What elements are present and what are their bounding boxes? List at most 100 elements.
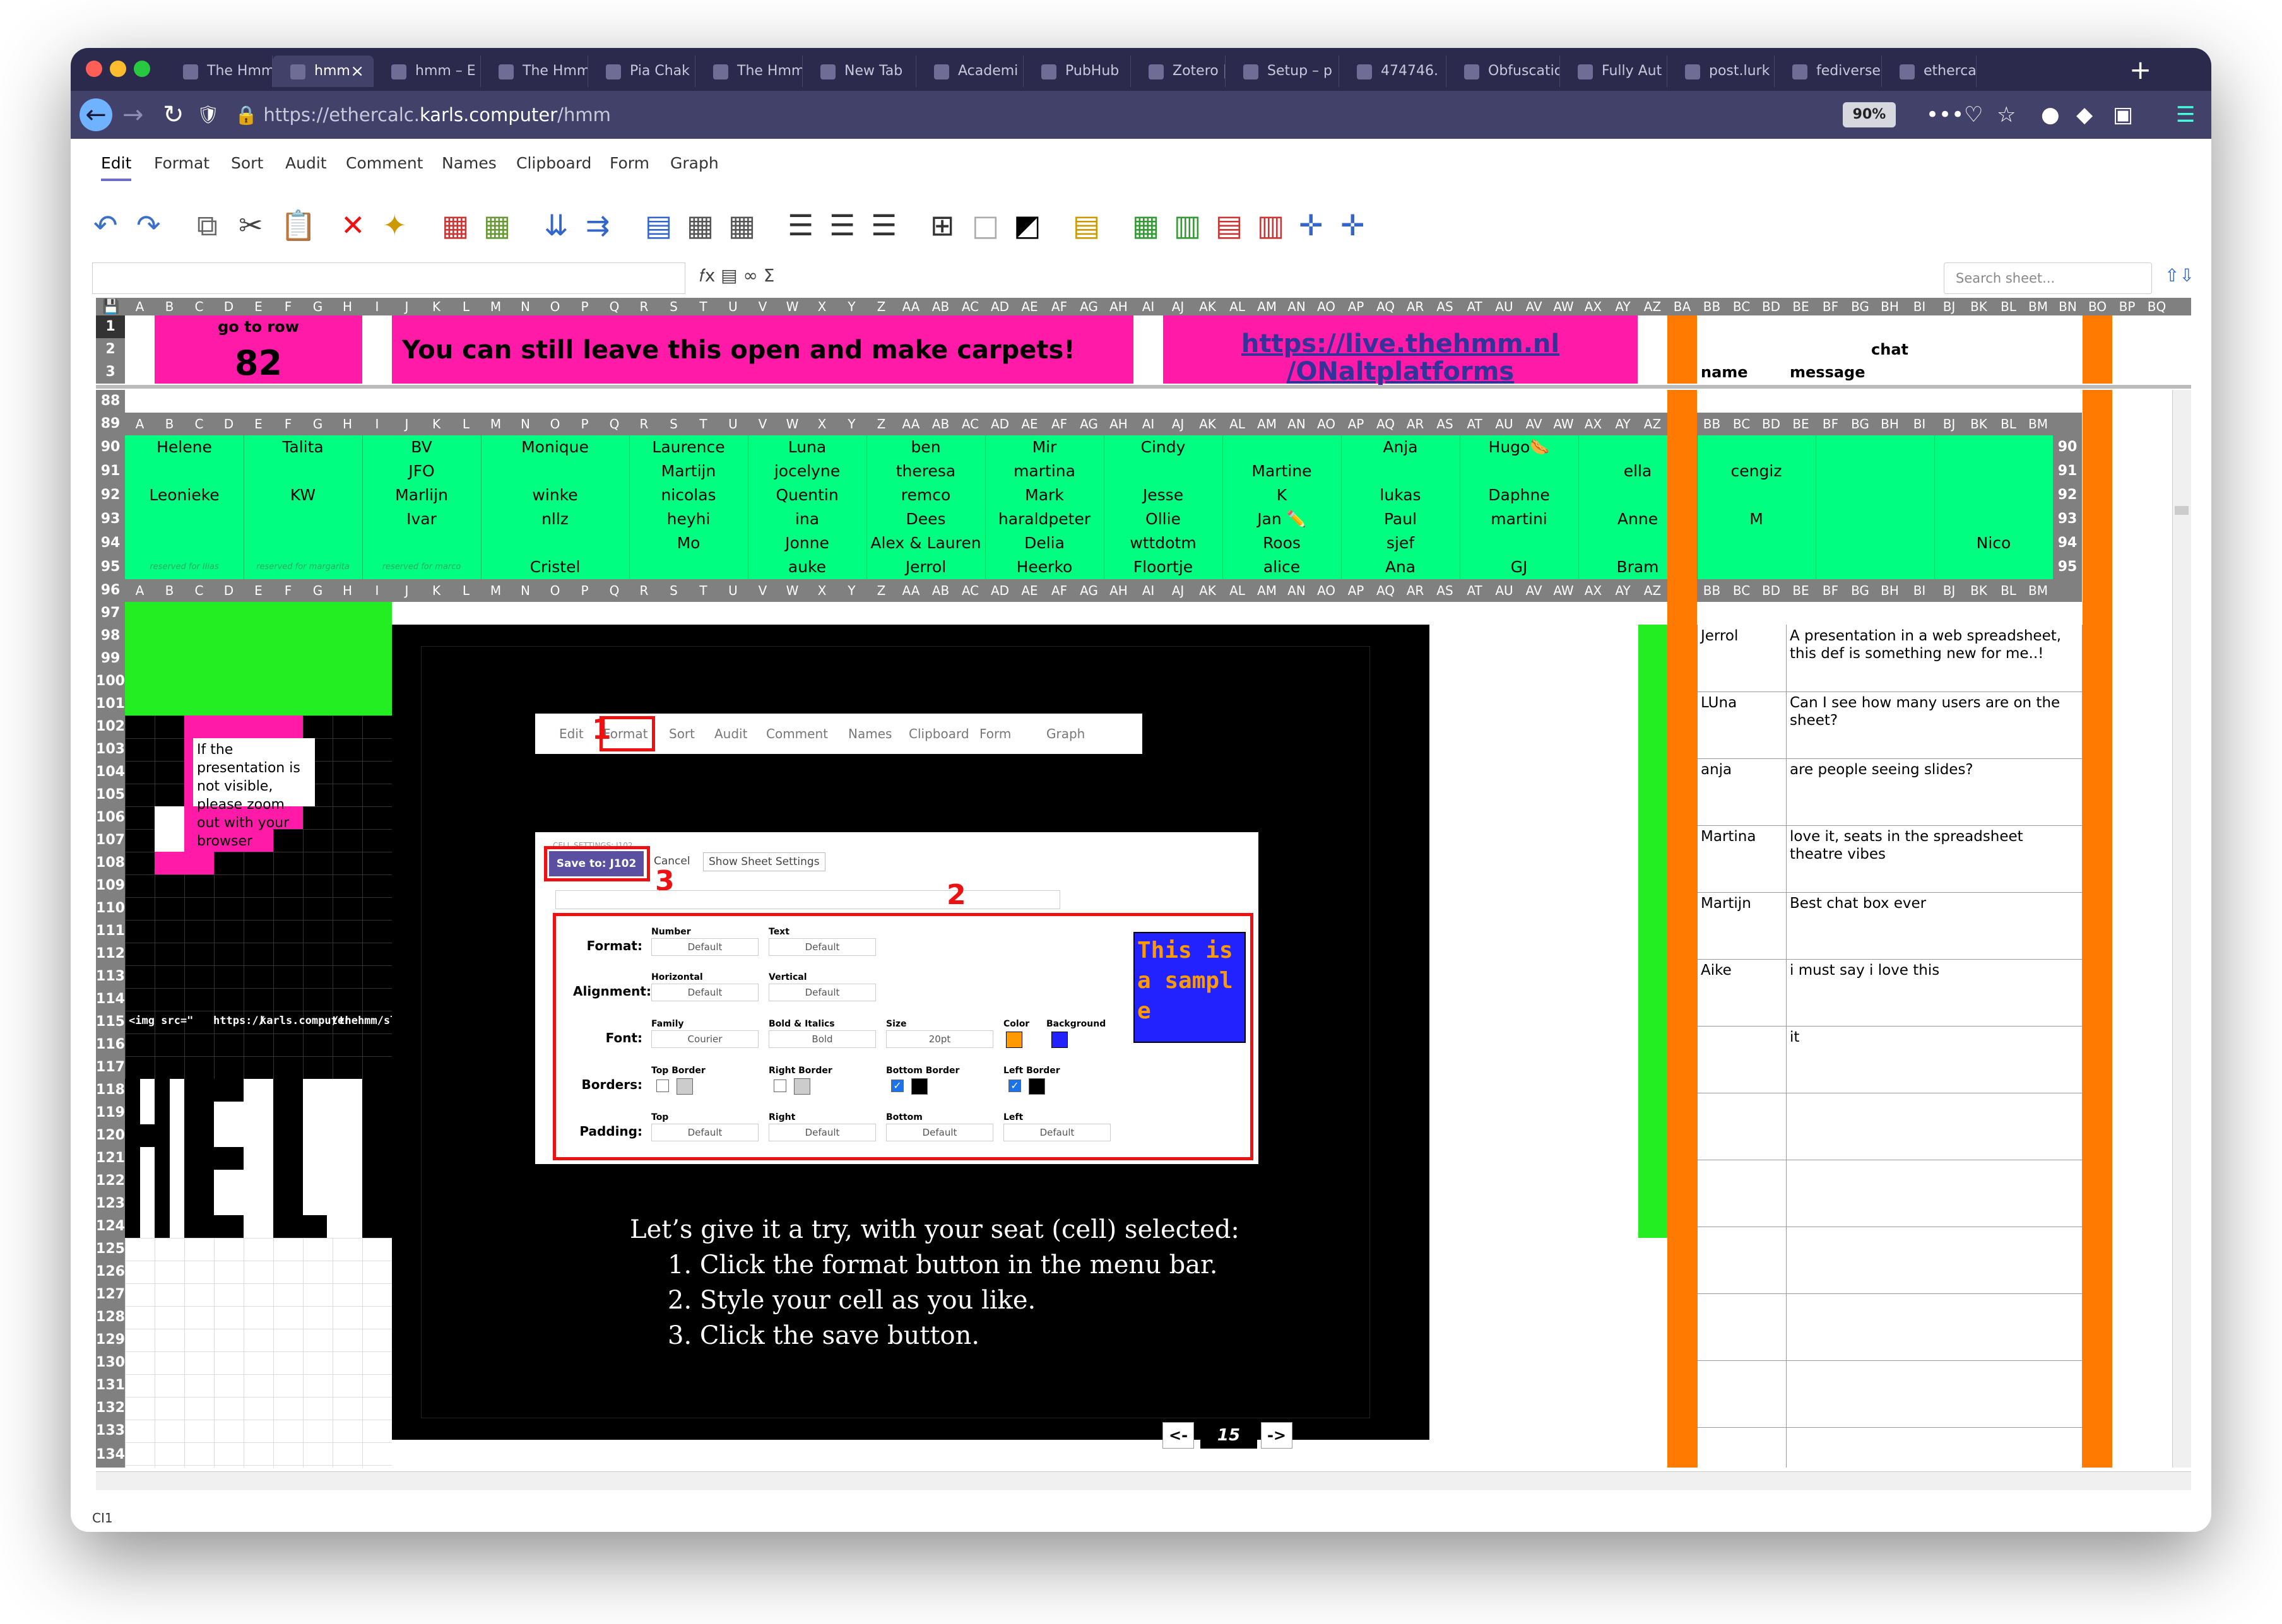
column-header[interactable]: BI	[1905, 298, 1934, 315]
swap-icon[interactable]: ⇉	[586, 209, 610, 241]
seat-cell[interactable]	[125, 459, 244, 483]
column-header[interactable]: AD	[985, 298, 1015, 315]
seat-cell[interactable]: ben	[866, 435, 985, 459]
column-header[interactable]: AR	[1400, 298, 1430, 315]
browser-tab[interactable]: Zotero |	[1131, 56, 1226, 87]
shield-icon[interactable]: 🛡	[197, 98, 220, 131]
seat-cell[interactable]: Talita	[244, 435, 362, 459]
row-header[interactable]: 128	[96, 1306, 125, 1329]
row-header[interactable]: 126	[96, 1261, 125, 1283]
save-disk-icon[interactable]: 💾	[102, 299, 119, 315]
seat-cell[interactable]: wttdotm	[1104, 531, 1222, 555]
delete-column-icon[interactable]: ▥	[1257, 209, 1284, 241]
function-icon[interactable]: 𝑓x ▤ ∞ Σ	[699, 265, 774, 286]
zoom-level[interactable]: 90%	[1843, 102, 1896, 127]
browser-tab[interactable]: etherca	[1882, 56, 1977, 87]
delete-icon[interactable]: ✕	[341, 209, 365, 241]
menu-tab-sort[interactable]: Sort	[231, 154, 263, 172]
column-header[interactable]: BK	[1964, 298, 1994, 315]
sort-icon[interactable]: ⇊	[544, 209, 569, 241]
seat-cell[interactable]: haraldpeter	[985, 507, 1104, 531]
row-header[interactable]: 117	[96, 1056, 125, 1079]
seat-cell[interactable]: Heerko	[985, 555, 1104, 579]
seat-cell[interactable]: heyhi	[629, 507, 748, 531]
column-header[interactable]: AA	[896, 298, 926, 315]
seat-cell[interactable]: Helene	[125, 435, 244, 459]
column-header[interactable]: BL	[1994, 298, 2023, 315]
column-header[interactable]: BF	[1816, 298, 1845, 315]
seat-cell[interactable]: reserved for Ilias	[125, 555, 244, 579]
seat-cell[interactable]: Paul	[1341, 507, 1460, 531]
browser-tab[interactable]: post.lurk	[1667, 56, 1775, 87]
seat-cell[interactable]: Jerrol	[866, 555, 985, 579]
chat-name[interactable]: anja	[1701, 761, 1783, 779]
column-header[interactable]: BE	[1786, 298, 1816, 315]
seat-cell[interactable]: martini	[1460, 507, 1578, 531]
row-header[interactable]: 122	[96, 1170, 125, 1192]
scrollbar-thumb[interactable]	[2175, 506, 2189, 515]
column-header[interactable]: AZ	[1638, 298, 1667, 315]
close-tab-icon[interactable]: ×	[350, 56, 364, 87]
seat-cell[interactable]	[1697, 555, 1816, 579]
seat-cell[interactable]: remco	[866, 483, 985, 507]
seat-cell[interactable]: jocelyne	[748, 459, 866, 483]
column-header[interactable]: BB	[1697, 298, 1727, 315]
seat-cell[interactable]: GJ	[1460, 555, 1578, 579]
menu-tab-clipboard[interactable]: Clipboard	[516, 154, 591, 172]
row-header[interactable]: 90	[96, 435, 125, 459]
seat-cell[interactable]: BV	[362, 435, 481, 459]
column-header[interactable]: G	[303, 298, 333, 315]
seat-cell[interactable]: auke	[748, 555, 866, 579]
formula-input[interactable]	[92, 262, 685, 294]
pocket-icon[interactable]: ♡	[1964, 101, 1983, 129]
seat-cell[interactable]: Luna	[748, 435, 866, 459]
more-icon[interactable]: •••	[1926, 101, 1964, 129]
column-header[interactable]: AY	[1608, 298, 1638, 315]
menu-tab-audit[interactable]: Audit	[285, 154, 327, 172]
seat-cell[interactable]: cengiz	[1697, 459, 1816, 483]
row-header[interactable]: 124	[96, 1215, 125, 1238]
seat-cell[interactable]: Jesse	[1104, 483, 1222, 507]
row-header[interactable]: 119	[96, 1102, 125, 1124]
seat-cell[interactable]	[1697, 483, 1816, 507]
seat-cell[interactable]: Cristel	[481, 555, 629, 579]
column-header[interactable]: I	[362, 298, 392, 315]
seat-cell[interactable]: Martine	[1222, 459, 1341, 483]
column-header[interactable]: BQ	[2142, 298, 2172, 315]
row-header[interactable]: 116	[96, 1033, 125, 1056]
column-header[interactable]: Q	[600, 298, 629, 315]
close-window-button[interactable]	[86, 61, 102, 77]
seat-cell[interactable]: JFO	[362, 459, 481, 483]
row-header[interactable]: 99	[96, 647, 125, 670]
seat-cell[interactable]: nllz	[481, 507, 629, 531]
extension-mask-icon[interactable]: ◆	[2076, 101, 2093, 129]
row-header[interactable]: 106	[96, 806, 125, 829]
reload-icon[interactable]: ↻	[163, 98, 184, 131]
paste-icon[interactable]: 📋	[280, 209, 316, 241]
row-header[interactable]: 111	[96, 920, 125, 943]
seat-cell[interactable]: Martijn	[629, 459, 748, 483]
column-header[interactable]: BC	[1727, 298, 1756, 315]
delete-row-icon[interactable]: ▤	[1215, 209, 1243, 241]
seat-cell[interactable]	[1697, 435, 1816, 459]
seat-cell[interactable]	[1934, 483, 2053, 507]
borders-icon[interactable]: ⊞	[930, 209, 955, 241]
fill-right-icon[interactable]: ▦	[442, 209, 469, 241]
browser-tab[interactable]: The Hmm	[165, 56, 273, 87]
column-header[interactable]: W	[777, 298, 807, 315]
seat-cell[interactable]: Mo	[629, 531, 748, 555]
row-header[interactable]: 109	[96, 874, 125, 897]
browser-tab[interactable]: PubHub	[1024, 56, 1131, 87]
seat-cell[interactable]: theresa	[866, 459, 985, 483]
unmerge-icon[interactable]: ▦	[687, 209, 714, 241]
search-sheet-input[interactable]: Search sheet...	[1944, 262, 2152, 294]
row-header[interactable]: 113	[96, 965, 125, 988]
column-header[interactable]: C	[184, 298, 214, 315]
seat-cell[interactable]	[1934, 555, 2053, 579]
column-header[interactable]: B	[155, 298, 184, 315]
seat-cell[interactable]: lukas	[1341, 483, 1460, 507]
no-border-icon[interactable]: □	[972, 209, 999, 241]
column-header[interactable]: BG	[1845, 298, 1875, 315]
seat-cell[interactable]	[629, 555, 748, 579]
row-header[interactable]: 110	[96, 897, 125, 920]
